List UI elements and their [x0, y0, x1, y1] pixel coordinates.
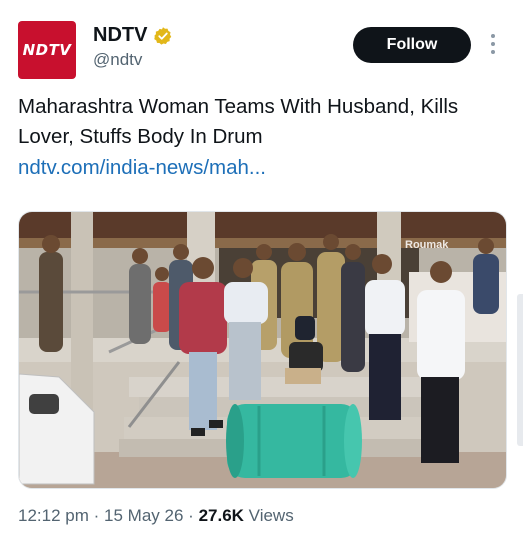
separator: ·	[188, 506, 194, 525]
ndtv-avatar[interactable]: NDTV	[18, 21, 76, 79]
post-link[interactable]: ndtv.com/india-news/mah...	[18, 156, 266, 180]
views-count: 27.6K	[198, 506, 244, 525]
scrollbar-edge[interactable]	[517, 294, 523, 446]
separator: ·	[93, 506, 100, 525]
account-name[interactable]: NDTV	[93, 24, 147, 47]
post-time[interactable]: 12:12 pm	[18, 506, 89, 525]
account-name-row: NDTV	[93, 24, 173, 47]
avatar-logo-text: NDTV	[22, 41, 72, 59]
verified-badge-icon	[154, 26, 172, 45]
post-date[interactable]: 15 May 26	[104, 506, 183, 525]
post-metadata: 12:12 pm · 15 May 26 · 27.6K Views	[18, 506, 294, 526]
more-vertical-icon[interactable]	[487, 34, 499, 56]
post-image[interactable]: Roumak	[18, 211, 507, 489]
account-handle[interactable]: @ndtv	[93, 50, 142, 70]
follow-button[interactable]: Follow	[353, 27, 471, 63]
post-headline: Maharashtra Woman Teams With Husband, Ki…	[18, 95, 459, 148]
image-watermark: Roumak	[405, 239, 449, 251]
news-photo: Roumak	[19, 212, 506, 488]
views-label: Views	[248, 506, 294, 525]
